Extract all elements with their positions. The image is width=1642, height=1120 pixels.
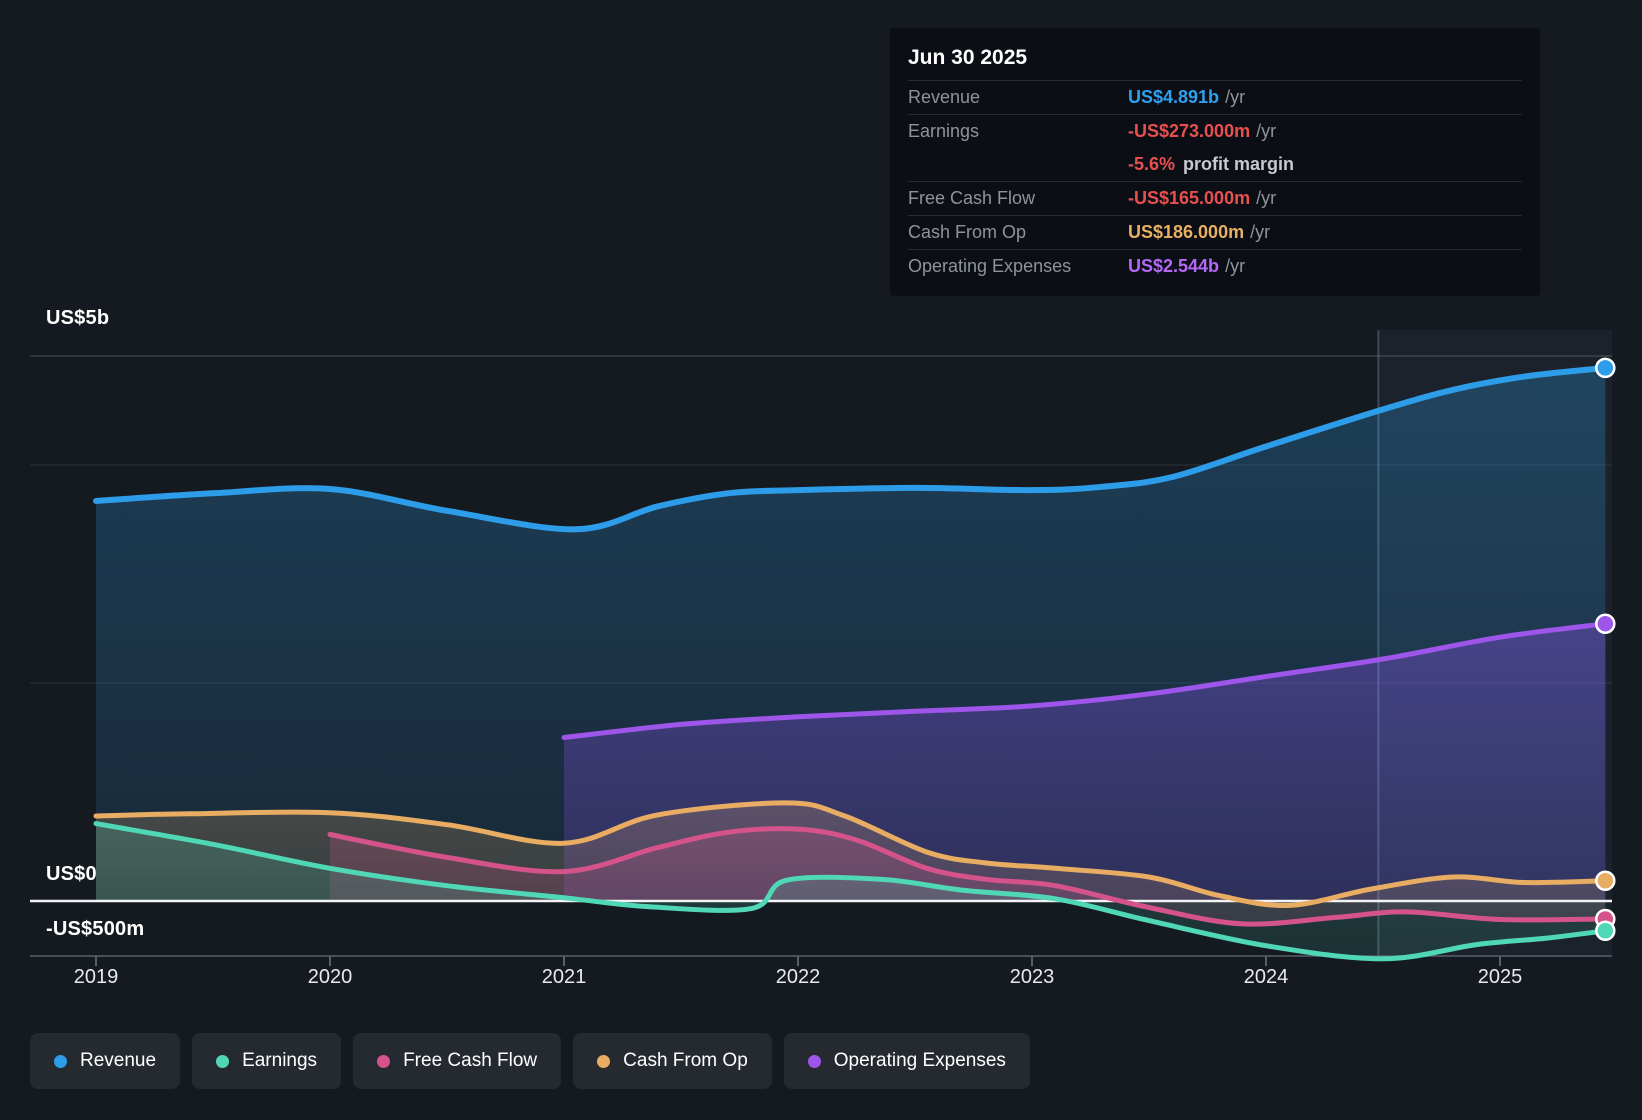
earnings-value: -US$273.000m xyxy=(1128,121,1251,141)
tooltip-row-revenue: Revenue US$4.891b /yr xyxy=(908,80,1522,114)
x-axis-label-2021: 2021 xyxy=(541,966,587,988)
revenue-legend-label: Revenue xyxy=(80,1050,157,1071)
opex-legend-label: Operating Expenses xyxy=(833,1050,1006,1071)
opex-suffix: /yr xyxy=(1225,256,1246,276)
opex-legend-dot xyxy=(807,1054,821,1068)
revenue-legend-dot xyxy=(54,1054,67,1068)
cashop-legend-dot xyxy=(597,1054,611,1068)
fcf-suffix: /yr xyxy=(1256,188,1277,208)
data-tooltip: Jun 30 2025 Revenue US$4.891b /yr Earnin… xyxy=(890,28,1540,296)
x-axis-label-2023: 2023 xyxy=(1009,966,1055,988)
opex-value: US$2.544b xyxy=(1128,256,1220,276)
tooltip-row-profit-margin: -5.6% profit margin xyxy=(908,148,1522,181)
page: { "tooltip": { "date": "Jun 30 2025", "r… xyxy=(0,0,1642,1120)
x-axis-label-2024: 2024 xyxy=(1243,966,1289,988)
revenue-endpoint-dot xyxy=(1595,357,1616,379)
operating-expenses-endpoint-dot xyxy=(1595,613,1616,634)
fcf-legend-label: Free Cash Flow xyxy=(403,1050,538,1071)
tooltip-row-fcf: Free Cash Flow -US$165.000m /yr xyxy=(908,181,1522,215)
legend-chip-earnings[interactable]: Earnings xyxy=(192,1033,342,1089)
earnings-label: Earnings xyxy=(908,121,980,141)
earnings-endpoint-dot xyxy=(1595,920,1616,942)
tooltip-row-cashop: Cash From Op US$186.000m /yr xyxy=(908,215,1522,249)
y-axis-label-neg500: -US$500m xyxy=(46,918,145,940)
earnings-legend-dot xyxy=(216,1054,230,1068)
cashop-suffix: /yr xyxy=(1250,222,1271,242)
x-axis-label-2022: 2022 xyxy=(775,966,821,988)
legend-chip-revenue[interactable]: Revenue xyxy=(30,1033,181,1089)
chart-legend: Revenue Earnings Free Cash Flow Cash Fro… xyxy=(30,1033,1030,1089)
profit-margin-value: -5.6% xyxy=(1128,154,1176,174)
tooltip-row-opex: Operating Expenses US$2.544b /yr xyxy=(908,249,1522,283)
tooltip-row-earnings: Earnings -US$273.000m /yr xyxy=(908,114,1522,148)
x-axis-label-2020: 2020 xyxy=(307,966,353,988)
legend-chip-opex[interactable]: Operating Expenses xyxy=(783,1033,1030,1089)
revenue-label: Revenue xyxy=(908,87,981,107)
legend-chip-cashop[interactable]: Cash From Op xyxy=(573,1033,772,1089)
earnings-legend-label: Earnings xyxy=(242,1050,318,1071)
cash-from-op-endpoint-dot xyxy=(1595,870,1616,891)
fcf-value: -US$165.000m xyxy=(1128,188,1251,208)
cashop-label: Cash From Op xyxy=(908,222,1027,242)
x-axis-label-2025: 2025 xyxy=(1477,966,1523,988)
profit-margin-label: profit margin xyxy=(1183,154,1295,174)
fcf-label: Free Cash Flow xyxy=(908,188,1036,208)
earnings-suffix: /yr xyxy=(1256,121,1277,141)
revenue-value: US$4.891b xyxy=(1128,87,1220,107)
y-axis-label-5b: US$5b xyxy=(46,307,110,329)
y-axis-label-zero: US$0 xyxy=(46,863,97,885)
cashop-legend-label: Cash From Op xyxy=(623,1050,748,1071)
fcf-legend-dot xyxy=(377,1054,391,1068)
tooltip-date: Jun 30 2025 xyxy=(908,46,1028,69)
legend-chip-fcf[interactable]: Free Cash Flow xyxy=(353,1033,562,1089)
x-axis-label-2019: 2019 xyxy=(73,966,119,988)
opex-label: Operating Expenses xyxy=(908,256,1072,276)
cashop-value: US$186.000m xyxy=(1128,222,1245,242)
revenue-suffix: /yr xyxy=(1225,87,1246,107)
